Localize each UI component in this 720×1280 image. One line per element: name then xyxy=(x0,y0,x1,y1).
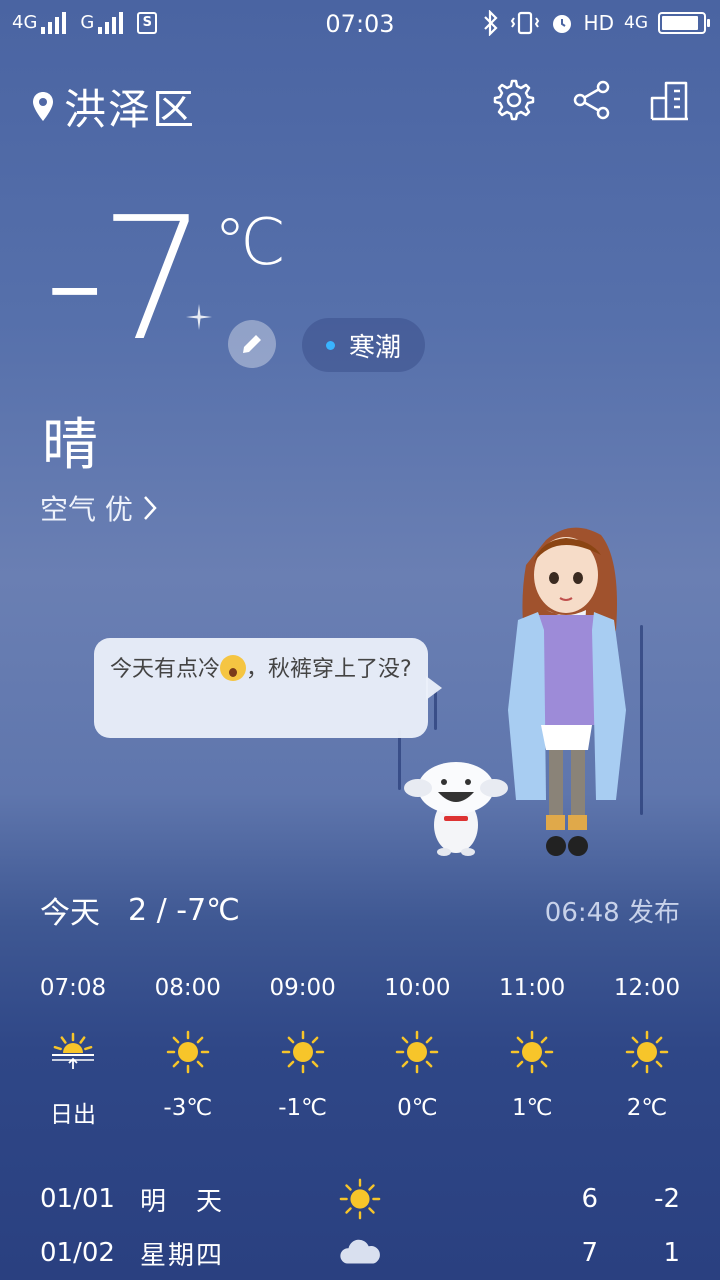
sunrise-icon xyxy=(52,1032,94,1069)
day-date: 01/02 xyxy=(40,1238,115,1268)
assistant-speech-bubble[interactable]: 今天有点冷 ，秋裤穿上了没? xyxy=(94,638,442,738)
hour-time: 10:00 xyxy=(384,975,451,1001)
pencil-icon xyxy=(243,335,261,353)
hour-time: 09:00 xyxy=(269,975,336,1001)
alert-dot-icon xyxy=(326,340,335,350)
hour-time: 07:08 xyxy=(39,975,107,1001)
top-actions xyxy=(492,78,692,122)
sun-icon xyxy=(281,1030,324,1074)
status-right: HD 4G xyxy=(482,10,710,36)
hourly-item[interactable]: 10:00 0℃ xyxy=(360,975,474,1129)
status-bar: 4G G S 07:03 HD 4G xyxy=(0,0,720,50)
hour-value: 0℃ xyxy=(397,1095,438,1121)
daily-forecast[interactable]: 01/01 明 天 6 -2 01/02 星期四 7 1 xyxy=(40,1172,680,1280)
hourly-item[interactable]: 11:00 1℃ xyxy=(475,975,589,1129)
current-temperature: -7 xyxy=(44,181,207,379)
hour-value: 1℃ xyxy=(511,1095,553,1121)
hour-time: 12:00 xyxy=(613,975,681,1001)
weather-condition: 晴 xyxy=(42,413,98,478)
day-name: 明 天 xyxy=(140,1186,225,1217)
hourly-item[interactable]: 08:00 -3℃ xyxy=(131,975,245,1129)
sun-icon xyxy=(166,1030,210,1074)
hour-time: 08:00 xyxy=(154,975,221,1001)
gear-icon[interactable] xyxy=(492,78,536,122)
publish-time: 06:48 发布 xyxy=(544,897,680,928)
today-summary: 今天 2 / -7℃ 06:48 发布 xyxy=(40,888,680,932)
hour-value: 日出 xyxy=(50,1102,96,1128)
vibrate-icon xyxy=(510,11,539,35)
city-name: 洪泽区 xyxy=(64,85,197,134)
today-left: 今天 2 / -7℃ xyxy=(40,888,240,932)
hourly-item[interactable]: 07:08 日出 xyxy=(16,975,130,1129)
hourly-forecast[interactable]: 07:08 日出 08:00 -3℃ 09:00 -1℃ 10:00 0℃ 11:00 1℃ 12:… xyxy=(16,975,704,1129)
weather-alert-tag[interactable]: 寒潮 xyxy=(302,318,426,372)
bubble-text-start: 今天有点冷 xyxy=(110,657,221,682)
battery-icon xyxy=(658,12,710,34)
weather-character-illustration[interactable] xyxy=(396,520,656,870)
dog-mascot-icon xyxy=(404,762,508,856)
battery-fill xyxy=(662,16,698,30)
bluetooth-icon xyxy=(483,10,498,36)
sun-icon xyxy=(396,1030,439,1074)
air-quality-link[interactable]: 空气 优 xyxy=(40,488,159,528)
day-high: 7 xyxy=(581,1238,598,1268)
day-name: 星期四 xyxy=(140,1240,225,1271)
day-date: 01/01 xyxy=(40,1184,115,1214)
scared-face-emoji-icon xyxy=(220,655,247,681)
sun-icon xyxy=(339,1178,381,1220)
hour-value: 2℃ xyxy=(626,1095,668,1121)
air-quality-label: 空气 优 xyxy=(40,493,133,526)
today-label: 今天 xyxy=(40,896,100,931)
location[interactable]: 洪泽区 xyxy=(32,76,196,137)
daily-row[interactable]: 01/01 明 天 6 -2 xyxy=(40,1172,680,1226)
daily-row[interactable]: 01/02 星期四 7 1 xyxy=(40,1226,680,1280)
network-type-3: 4G xyxy=(624,13,648,33)
alarm-icon xyxy=(552,15,571,33)
bubble-text-end: ，秋裤穿上了没? xyxy=(246,657,412,682)
building-icon[interactable] xyxy=(648,78,692,122)
cloud-icon xyxy=(340,1239,380,1264)
alert-label: 寒潮 xyxy=(349,332,402,363)
hour-time: 11:00 xyxy=(499,975,566,1001)
girl-character-icon xyxy=(508,527,626,856)
hour-value: -1℃ xyxy=(278,1095,327,1121)
location-pin-icon xyxy=(33,91,53,121)
day-high: 6 xyxy=(581,1184,598,1214)
day-low: -2 xyxy=(654,1184,680,1214)
hour-value: -3℃ xyxy=(163,1095,213,1121)
hourly-item[interactable]: 12:00 2℃ xyxy=(590,975,704,1129)
chevron-right-icon xyxy=(143,496,157,520)
day-low: 1 xyxy=(663,1238,680,1268)
share-icon[interactable] xyxy=(570,78,614,122)
sun-icon xyxy=(510,1030,554,1074)
sun-icon xyxy=(625,1030,669,1074)
edit-button[interactable] xyxy=(228,320,276,368)
sparkle-icon xyxy=(186,304,212,330)
today-range: 2 / -7℃ xyxy=(128,892,240,928)
hd-label: HD xyxy=(583,11,614,35)
temperature-unit: ℃ xyxy=(214,206,286,280)
hourly-item[interactable]: 09:00 -1℃ xyxy=(246,975,360,1129)
